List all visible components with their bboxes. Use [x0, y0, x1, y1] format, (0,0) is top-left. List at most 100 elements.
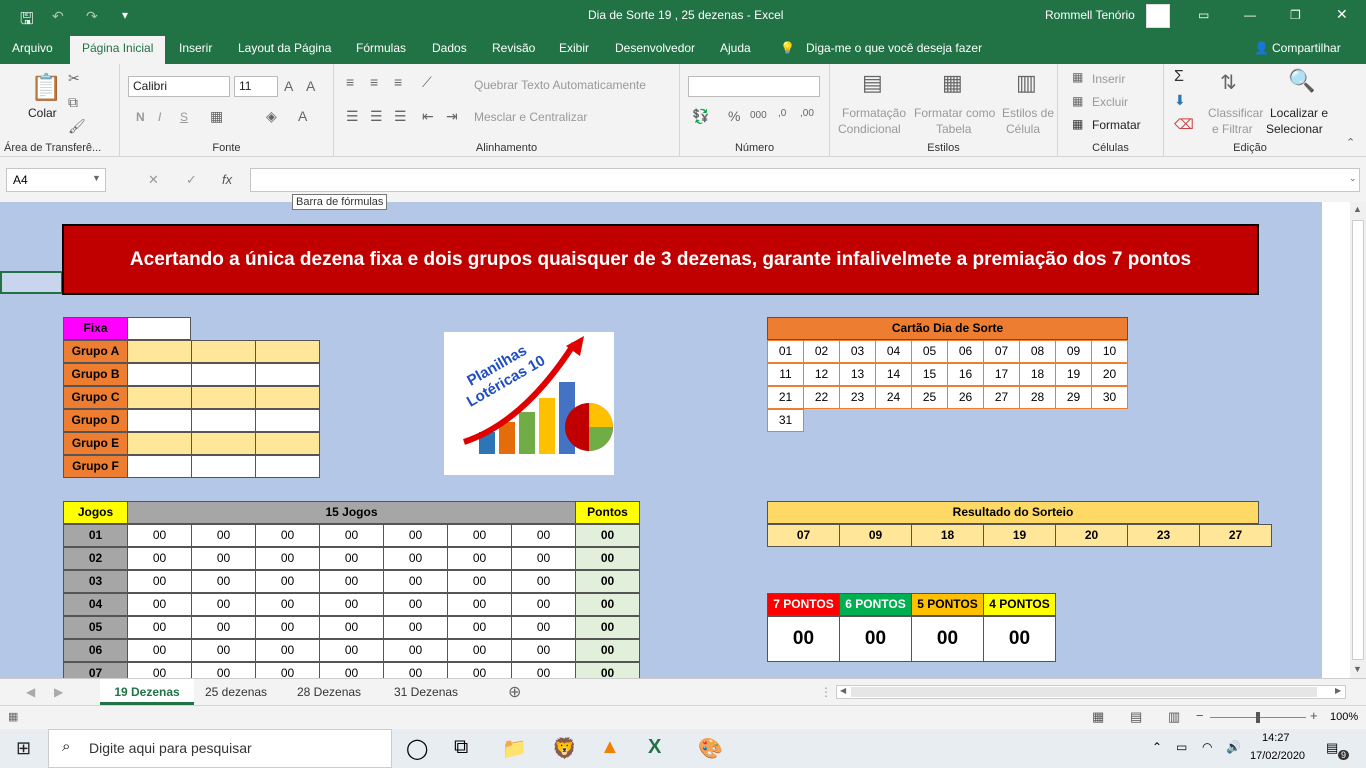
group-input-cell[interactable] — [191, 340, 256, 363]
game-cell[interactable]: 00 — [319, 662, 384, 678]
game-cell[interactable]: 00 — [255, 570, 320, 593]
game-cell[interactable]: 00 — [319, 616, 384, 639]
game-cell[interactable]: 00 — [511, 639, 576, 662]
taskbar-search[interactable]: Digite aqui para pesquisar — [48, 729, 392, 768]
group-input-cell[interactable] — [127, 455, 192, 478]
conditional-format-line1[interactable]: Formatação — [842, 106, 906, 120]
expand-formula-icon[interactable]: ⌄ — [1349, 173, 1357, 184]
tab-splitter-icon[interactable]: ⋮ — [820, 685, 832, 699]
card-number[interactable]: 30 — [1091, 386, 1128, 409]
undo-icon[interactable]: ↶ — [52, 8, 64, 25]
game-cell[interactable]: 00 — [191, 662, 256, 678]
orientation-icon[interactable]: ⟋ — [422, 74, 432, 91]
game-cell[interactable]: 00 — [127, 547, 192, 570]
page-layout-icon[interactable]: ▤ — [1130, 709, 1142, 725]
align-center-icon[interactable]: ☰ — [370, 108, 383, 125]
task-view-icon[interactable]: ⧉ — [454, 736, 468, 759]
card-number[interactable]: 25 — [911, 386, 948, 409]
zoom-level[interactable]: 100% — [1330, 711, 1358, 723]
collapse-ribbon-icon[interactable]: ⌃ — [1346, 136, 1355, 149]
format-table-line1[interactable]: Formatar como — [914, 106, 995, 120]
currency-icon[interactable]: 💱 — [692, 108, 709, 125]
vertical-scrollbar[interactable]: ▲ ▼ — [1350, 202, 1366, 678]
restore-icon[interactable]: ❐ — [1290, 8, 1301, 22]
normal-view-icon[interactable]: ▦ — [1092, 709, 1104, 725]
enter-icon[interactable]: ✓ — [186, 172, 197, 188]
fixa-input[interactable] — [127, 317, 191, 340]
battery-icon[interactable]: ▭ — [1176, 740, 1187, 754]
decrease-indent-icon[interactable]: ⇤ — [422, 108, 434, 125]
card-number[interactable]: 09 — [1055, 340, 1092, 363]
tab-layout[interactable]: Layout da Página — [238, 41, 331, 55]
card-number[interactable]: 23 — [839, 386, 876, 409]
share-button[interactable]: Compartilhar — [1272, 41, 1341, 55]
card-number[interactable]: 04 — [875, 340, 912, 363]
card-number[interactable]: 28 — [1019, 386, 1056, 409]
game-cell[interactable]: 00 — [383, 547, 448, 570]
game-cell[interactable]: 00 — [447, 616, 512, 639]
card-number[interactable]: 05 — [911, 340, 948, 363]
card-number[interactable]: 21 — [767, 386, 804, 409]
game-cell[interactable]: 00 — [191, 616, 256, 639]
game-cell[interactable]: 00 — [191, 593, 256, 616]
tab-exibir[interactable]: Exibir — [559, 41, 589, 55]
format-table-icon[interactable]: ▦ — [942, 70, 963, 96]
card-number[interactable]: 31 — [767, 409, 804, 432]
conditional-format-line2[interactable]: Condicional — [838, 122, 901, 136]
macro-record-icon[interactable]: ▦ — [8, 710, 18, 723]
tab-dados[interactable]: Dados — [432, 41, 467, 55]
group-input-cell[interactable] — [127, 432, 192, 455]
game-cell[interactable]: 00 — [319, 547, 384, 570]
brave-browser-icon[interactable]: 🦁 — [552, 736, 577, 761]
card-number[interactable]: 24 — [875, 386, 912, 409]
delete-cells-button[interactable]: Excluir — [1092, 95, 1128, 109]
next-sheet-icon[interactable]: ▶ — [54, 685, 63, 699]
game-cell[interactable]: 00 — [127, 639, 192, 662]
game-cell[interactable]: 00 — [127, 524, 192, 547]
card-number[interactable]: 10 — [1091, 340, 1128, 363]
number-format-select[interactable] — [688, 76, 820, 97]
card-number[interactable]: 03 — [839, 340, 876, 363]
tab-pagina-inicial[interactable]: Página Inicial — [70, 36, 166, 64]
group-input-cell[interactable] — [127, 363, 192, 386]
group-input-cell[interactable] — [255, 386, 320, 409]
thousands-icon[interactable]: 000 — [750, 110, 767, 121]
card-number[interactable]: 18 — [1019, 363, 1056, 386]
game-cell[interactable]: 00 — [511, 616, 576, 639]
volume-icon[interactable]: 🔊 — [1226, 740, 1241, 754]
align-bottom-icon[interactable]: ≡ — [394, 74, 402, 90]
vlc-icon[interactable]: ▲ — [600, 736, 620, 759]
game-cell[interactable]: 00 — [383, 593, 448, 616]
group-input-cell[interactable] — [255, 455, 320, 478]
tab-inserir[interactable]: Inserir — [179, 41, 212, 55]
game-cell[interactable]: 00 — [127, 616, 192, 639]
game-cell[interactable]: 00 — [191, 570, 256, 593]
ribbon-options-icon[interactable]: ▭ — [1198, 8, 1209, 22]
scroll-thumb[interactable] — [1352, 220, 1364, 660]
minimize-icon[interactable]: — — [1244, 8, 1256, 22]
game-cell[interactable]: 00 — [511, 593, 576, 616]
group-input-cell[interactable] — [127, 386, 192, 409]
game-cell[interactable]: 00 — [383, 616, 448, 639]
game-cell[interactable]: 00 — [383, 524, 448, 547]
group-input-cell[interactable] — [191, 363, 256, 386]
clock-time[interactable]: 14:27 — [1262, 732, 1290, 744]
game-cell[interactable]: 00 — [319, 593, 384, 616]
game-cell[interactable]: 00 — [255, 593, 320, 616]
name-box-dropdown-icon[interactable]: ▼ — [92, 173, 101, 183]
increase-decimal-icon[interactable]: ,0 — [778, 108, 786, 119]
sort-filter-line1[interactable]: Classificar — [1208, 106, 1263, 120]
underline-button[interactable]: S — [180, 110, 188, 124]
card-number[interactable]: 20 — [1091, 363, 1128, 386]
sort-filter-line2[interactable]: e Filtrar — [1212, 122, 1253, 136]
zoom-handle[interactable] — [1256, 712, 1260, 723]
wifi-icon[interactable]: ◠ — [1202, 740, 1212, 754]
clock-date[interactable]: 17/02/2020 — [1250, 750, 1305, 762]
card-number[interactable]: 16 — [947, 363, 984, 386]
fill-color-icon[interactable]: ◈ — [266, 108, 277, 125]
card-number[interactable]: 06 — [947, 340, 984, 363]
conditional-format-icon[interactable]: ▤ — [862, 70, 883, 96]
add-sheet-icon[interactable]: ⊕ — [508, 682, 521, 702]
group-input-cell[interactable] — [127, 340, 192, 363]
card-number[interactable]: 27 — [983, 386, 1020, 409]
